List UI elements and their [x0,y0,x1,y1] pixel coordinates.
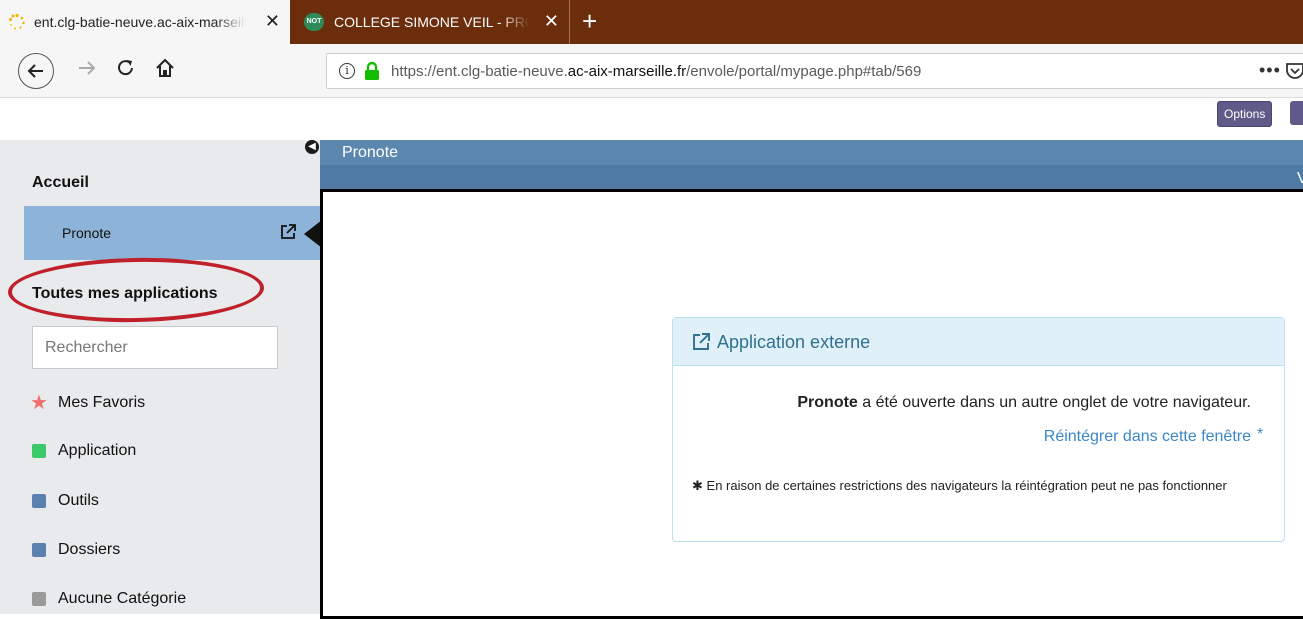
pronote-favicon-icon: NOT [304,13,324,31]
search-field[interactable] [32,326,278,369]
content-title: Pronote [342,144,399,161]
close-tab-icon[interactable]: ✕ [265,12,280,30]
tab-title: ent.clg-batie-neuve.ac-aix-marseille.fr [34,14,246,30]
more-actions-icon[interactable]: ••• [1259,60,1281,81]
category-label: Mes Favoris [58,394,146,411]
external-app-panel: Application externe Pronote a été ouvert… [672,317,1285,542]
external-link-icon [693,333,710,350]
close-tab-icon[interactable]: ✕ [544,12,559,30]
reload-icon [118,60,133,76]
star-icon: ★ [30,392,48,414]
loading-icon [9,13,25,30]
browser-tab-pronote[interactable]: NOT COLLEGE SIMONE VEIL - PRONOTE ✕ [290,0,570,44]
blue-square-icon [32,494,46,508]
tab-title: COLLEGE SIMONE VEIL - PRONOTE [334,14,530,30]
panel-title: Application externe [717,332,871,352]
new-tab-plus-icon[interactable]: + [582,6,597,36]
back-button[interactable] [18,53,54,89]
info-icon[interactable]: i [339,63,355,79]
home-icon [156,58,174,77]
sidebar-item-pronote[interactable]: Pronote [24,206,322,260]
category-label: Application [58,442,137,459]
reintegrate-link[interactable]: Réintégrer dans cette fenêtre [673,428,1251,446]
content-header-right-text: V [1297,170,1303,187]
content-subheader [320,165,1303,191]
opened-message: Pronote a été ouverte dans un autre ongl… [797,394,1251,411]
user-menu-button[interactable] [1290,101,1303,125]
blue-square-icon [32,543,46,557]
pocket-icon[interactable] [1285,62,1303,80]
forward-button[interactable] [76,57,98,84]
category-label: Aucune Catégorie [58,590,187,607]
asterisk-icon: * [1257,426,1264,443]
restriction-note: ✱ En raison de certaines restrictions de… [692,478,1227,493]
home-button[interactable] [154,57,176,84]
options-button[interactable]: Options [1217,101,1273,127]
lock-icon[interactable] [363,61,381,81]
address-bar[interactable]: i https://ent.clg-batie-neuve.ac-aix-mar… [326,53,1303,89]
sidebar-item-label: Pronote [62,225,112,241]
external-link-icon[interactable] [279,223,297,241]
category-label: Outils [58,492,99,509]
sidebar-heading-home: Accueil [32,174,89,191]
arrow-left-icon [27,64,43,78]
url-text: https://ent.clg-batie-neuve.ac-aix-marse… [391,63,922,80]
category-label: Dossiers [58,541,121,558]
gray-square-icon [32,592,46,606]
browser-nav-bar: i https://ent.clg-batie-neuve.ac-aix-mar… [0,44,1303,98]
browser-tab-bar: ent.clg-batie-neuve.ac-aix-marseille.fr … [0,0,1303,44]
reload-button[interactable] [115,57,137,84]
browser-tab-ent[interactable]: ent.clg-batie-neuve.ac-aix-marseille.fr … [0,0,290,44]
panel-header: Application externe [673,318,1284,366]
search-input[interactable] [33,327,277,368]
green-square-icon [32,444,46,458]
arrow-right-icon [79,61,96,75]
collapse-sidebar-icon[interactable]: ◀ [305,140,319,154]
